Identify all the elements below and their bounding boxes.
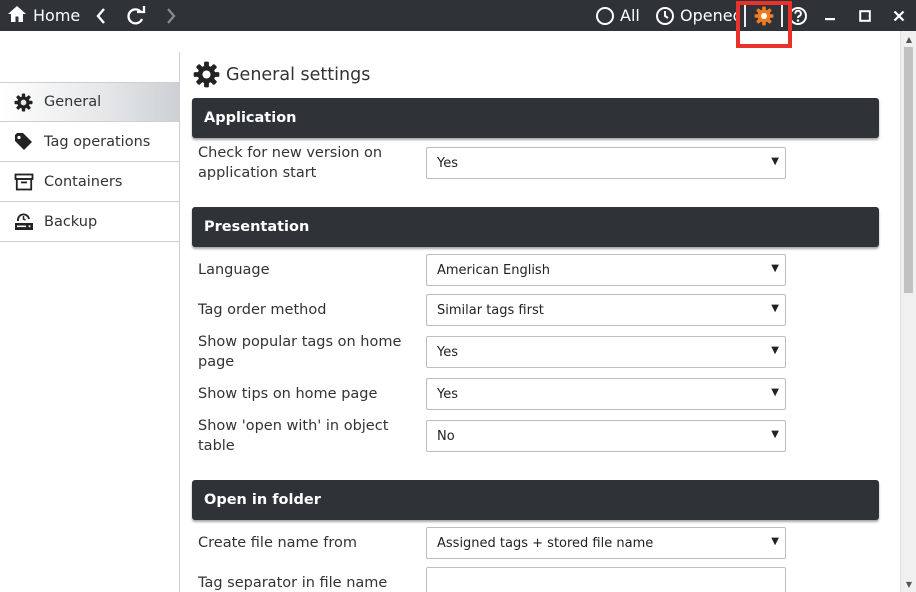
caret-down-icon: ▼ xyxy=(771,156,779,167)
file-name-from-label: Create file name from xyxy=(198,535,357,551)
settings-panel: General settings Application Check for n… xyxy=(180,31,900,592)
select-value: Yes xyxy=(437,155,458,171)
select-value: Assigned tags + stored file name xyxy=(437,535,654,551)
chevron-right-icon xyxy=(167,7,176,24)
question-icon xyxy=(789,6,807,25)
archive-box-icon xyxy=(14,172,36,192)
popular-tags-label: Show popular tags on home page xyxy=(198,334,402,370)
circle-icon xyxy=(596,6,614,25)
home-label: Home xyxy=(33,6,81,25)
clock-icon xyxy=(656,6,674,25)
backup-icon xyxy=(14,212,36,232)
gear-icon xyxy=(754,6,773,25)
gear-icon xyxy=(193,61,220,88)
help-button[interactable] xyxy=(787,0,809,31)
section-header-application: Application xyxy=(192,98,879,138)
select-value: No xyxy=(437,428,455,444)
sidebar: General Tag operations Containers Backup xyxy=(0,82,180,592)
gear-icon xyxy=(14,92,36,112)
caret-down-icon: ▼ xyxy=(771,387,779,398)
sidebar-item-containers[interactable]: Containers xyxy=(0,162,179,202)
forward-button[interactable] xyxy=(163,0,179,31)
minimize-icon xyxy=(825,17,835,20)
file-name-from-select[interactable]: Assigned tags + stored file name ▼ xyxy=(426,527,786,559)
opened-button[interactable]: Opened xyxy=(655,0,737,31)
tag-separator-input[interactable]: _ xyxy=(426,567,786,592)
caret-down-icon: ▼ xyxy=(771,303,779,314)
scroll-up-icon[interactable]: ▲ xyxy=(901,31,916,47)
maximize-button[interactable] xyxy=(857,0,873,31)
all-label: All xyxy=(620,6,640,25)
language-select[interactable]: American English ▼ xyxy=(426,254,786,286)
sidebar-item-backup[interactable]: Backup xyxy=(0,202,179,242)
minimize-button[interactable] xyxy=(822,0,838,31)
vertical-scrollbar[interactable]: ▲ ▼ xyxy=(900,31,916,592)
select-value: Yes xyxy=(437,344,458,360)
check-version-label: Check for new version on application sta… xyxy=(198,145,383,181)
tag-separator-label: Tag separator in file name xyxy=(198,575,388,591)
home-button[interactable]: Home xyxy=(7,0,80,31)
popular-tags-select[interactable]: Yes ▼ xyxy=(426,336,786,368)
page-title-text: General settings xyxy=(226,64,371,85)
tips-label: Show tips on home page xyxy=(198,386,378,402)
caret-down-icon: ▼ xyxy=(771,536,779,547)
caret-down-icon: ▼ xyxy=(771,263,779,274)
sidebar-item-label: General xyxy=(44,94,102,110)
all-button[interactable]: All xyxy=(595,0,640,31)
page-title: General settings xyxy=(193,61,370,88)
tips-select[interactable]: Yes ▼ xyxy=(426,378,786,410)
refresh-icon xyxy=(127,5,146,24)
sidebar-item-label: Containers xyxy=(44,173,123,190)
open-with-label: Show 'open with' in object table xyxy=(198,418,389,454)
tag-order-select[interactable]: Similar tags first ▼ xyxy=(426,294,786,326)
select-value: Similar tags first xyxy=(437,302,544,318)
sidebar-item-general[interactable]: General xyxy=(0,82,179,122)
section-header-presentation: Presentation xyxy=(192,207,879,247)
sidebar-item-label: Backup xyxy=(44,213,98,230)
select-value: Yes xyxy=(437,386,458,402)
check-version-select[interactable]: Yes ▼ xyxy=(426,147,786,179)
back-button[interactable] xyxy=(93,0,109,31)
close-button[interactable] xyxy=(890,0,908,31)
home-icon xyxy=(7,5,27,27)
scroll-thumb[interactable] xyxy=(904,47,913,293)
tag-order-label: Tag order method xyxy=(198,302,327,318)
chevron-left-icon xyxy=(96,7,105,24)
opened-label: Opened xyxy=(680,6,737,25)
section-header-open-in-folder: Open in folder xyxy=(192,480,879,520)
caret-down-icon: ▼ xyxy=(771,429,779,440)
select-value: American English xyxy=(437,262,550,278)
language-label: Language xyxy=(198,262,270,278)
scroll-down-icon[interactable]: ▼ xyxy=(901,576,916,592)
refresh-button[interactable] xyxy=(125,0,147,31)
open-with-select[interactable]: No ▼ xyxy=(426,420,786,452)
maximize-icon xyxy=(859,9,871,22)
sidebar-item-tag-operations[interactable]: Tag operations xyxy=(0,122,179,162)
tag-icon xyxy=(14,132,36,152)
settings-button[interactable] xyxy=(744,0,783,31)
sidebar-item-label: Tag operations xyxy=(44,133,151,150)
caret-down-icon: ▼ xyxy=(771,345,779,356)
title-bar: Home All Opened xyxy=(0,0,916,31)
close-icon xyxy=(893,10,905,21)
